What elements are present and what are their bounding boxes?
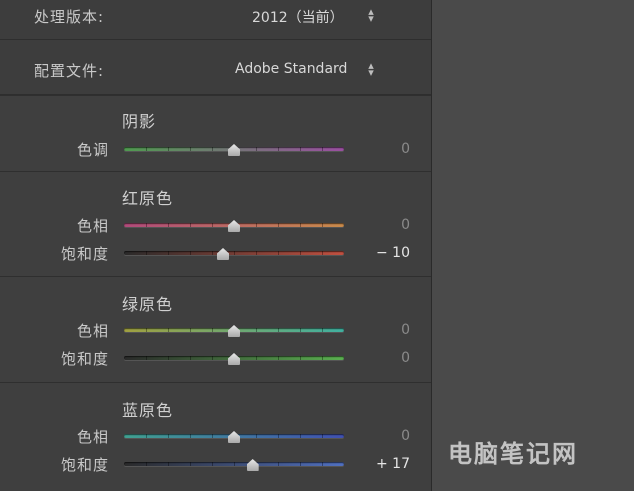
slider-tick bbox=[300, 462, 301, 466]
slider-tick bbox=[190, 251, 191, 255]
slider-tick bbox=[278, 223, 279, 227]
tint-label: 色调 bbox=[76, 141, 109, 159]
blue-hue-label: 色相 bbox=[76, 428, 109, 446]
slider-tick bbox=[300, 328, 301, 332]
process-version-stepper-icon[interactable]: ▴ ▾ bbox=[366, 6, 376, 24]
slider-tick bbox=[256, 251, 257, 255]
section-title-blue-primary: 蓝原色 bbox=[122, 401, 174, 420]
green-saturation-label: 饱和度 bbox=[60, 350, 109, 368]
slider-tick bbox=[256, 434, 257, 438]
green-primary-section: 绿原色 色相 0 饱和度 0 bbox=[0, 276, 431, 382]
slider-tick bbox=[300, 356, 301, 360]
section-title-red-primary: 红原色 bbox=[122, 189, 174, 208]
screen: 处理版本: 2012（当前） ▴ ▾ 配置文件: Adobe Standard ▴… bbox=[0, 0, 634, 491]
slider-tick bbox=[212, 434, 213, 438]
section-title-shadows: 阴影 bbox=[122, 112, 157, 131]
slider-tick bbox=[168, 356, 169, 360]
slider-tick bbox=[300, 251, 301, 255]
slider-tick bbox=[212, 462, 213, 466]
slider-tick bbox=[168, 328, 169, 332]
slider-tick bbox=[190, 223, 191, 227]
red-saturation-value[interactable]: − 10 bbox=[360, 245, 410, 261]
slider-tick bbox=[278, 251, 279, 255]
red-saturation-label: 饱和度 bbox=[60, 245, 109, 263]
slider-tick bbox=[168, 434, 169, 438]
red-hue-value[interactable]: 0 bbox=[360, 217, 410, 233]
blue-saturation-value[interactable]: + 17 bbox=[360, 456, 410, 472]
green-saturation-value[interactable]: 0 bbox=[360, 350, 410, 366]
slider-tick bbox=[168, 147, 169, 151]
slider-tick bbox=[212, 147, 213, 151]
slider-tick bbox=[146, 147, 147, 151]
slider-tick bbox=[278, 356, 279, 360]
tint-value[interactable]: 0 bbox=[360, 141, 410, 157]
slider-tick bbox=[190, 434, 191, 438]
slider-tick bbox=[322, 462, 323, 466]
slider-tick bbox=[322, 223, 323, 227]
blue-hue-value[interactable]: 0 bbox=[360, 428, 410, 444]
slider-tick bbox=[300, 223, 301, 227]
slider-tick bbox=[278, 328, 279, 332]
slider-tick bbox=[300, 434, 301, 438]
slider-tick bbox=[256, 223, 257, 227]
profile-row[interactable]: 配置文件: Adobe Standard ▴ ▾ bbox=[0, 40, 431, 95]
slider-tick bbox=[146, 356, 147, 360]
process-version-label: 处理版本: bbox=[34, 8, 105, 26]
red-saturation-slider-ticks bbox=[124, 251, 344, 255]
slider-tick bbox=[190, 462, 191, 466]
camera-calibration-panel: 处理版本: 2012（当前） ▴ ▾ 配置文件: Adobe Standard ▴… bbox=[0, 0, 432, 491]
slider-tick bbox=[146, 434, 147, 438]
process-version-value[interactable]: 2012（当前） bbox=[252, 7, 344, 27]
slider-tick bbox=[322, 434, 323, 438]
slider-tick bbox=[278, 434, 279, 438]
slider-tick bbox=[322, 147, 323, 151]
section-title-green-primary: 绿原色 bbox=[122, 295, 174, 314]
profile-value[interactable]: Adobe Standard bbox=[235, 61, 347, 77]
profile-label: 配置文件: bbox=[34, 62, 105, 80]
green-hue-value[interactable]: 0 bbox=[360, 322, 410, 338]
slider-tick bbox=[146, 223, 147, 227]
shadows-section: 阴影 色调 0 bbox=[0, 95, 431, 171]
blue-saturation-slider-ticks bbox=[124, 462, 344, 466]
slider-tick bbox=[256, 147, 257, 151]
watermark-text: 电脑笔记网 bbox=[448, 440, 578, 468]
slider-tick bbox=[168, 251, 169, 255]
slider-tick bbox=[278, 462, 279, 466]
slider-tick bbox=[278, 147, 279, 151]
slider-tick bbox=[256, 356, 257, 360]
slider-tick bbox=[168, 462, 169, 466]
red-hue-label: 色相 bbox=[76, 217, 109, 235]
slider-tick bbox=[234, 251, 235, 255]
slider-tick bbox=[322, 251, 323, 255]
blue-saturation-label: 饱和度 bbox=[60, 456, 109, 474]
slider-tick bbox=[190, 356, 191, 360]
slider-tick bbox=[212, 251, 213, 255]
slider-tick bbox=[146, 462, 147, 466]
green-hue-label: 色相 bbox=[76, 322, 109, 340]
slider-tick bbox=[322, 356, 323, 360]
slider-tick bbox=[212, 223, 213, 227]
slider-tick bbox=[212, 328, 213, 332]
process-version-row[interactable]: 处理版本: 2012（当前） ▴ ▾ bbox=[0, 0, 431, 40]
slider-tick bbox=[256, 328, 257, 332]
red-primary-section: 红原色 色相 0 饱和度 − 10 bbox=[0, 171, 431, 276]
slider-tick bbox=[190, 328, 191, 332]
slider-tick bbox=[300, 147, 301, 151]
slider-tick bbox=[212, 356, 213, 360]
blue-primary-section: 蓝原色 色相 0 饱和度 + 17 bbox=[0, 382, 431, 491]
slider-tick bbox=[146, 251, 147, 255]
slider-tick bbox=[190, 147, 191, 151]
slider-tick bbox=[322, 328, 323, 332]
profile-stepper-icon[interactable]: ▴ ▾ bbox=[366, 60, 376, 78]
slider-tick bbox=[234, 462, 235, 466]
slider-tick bbox=[146, 328, 147, 332]
slider-tick bbox=[168, 223, 169, 227]
